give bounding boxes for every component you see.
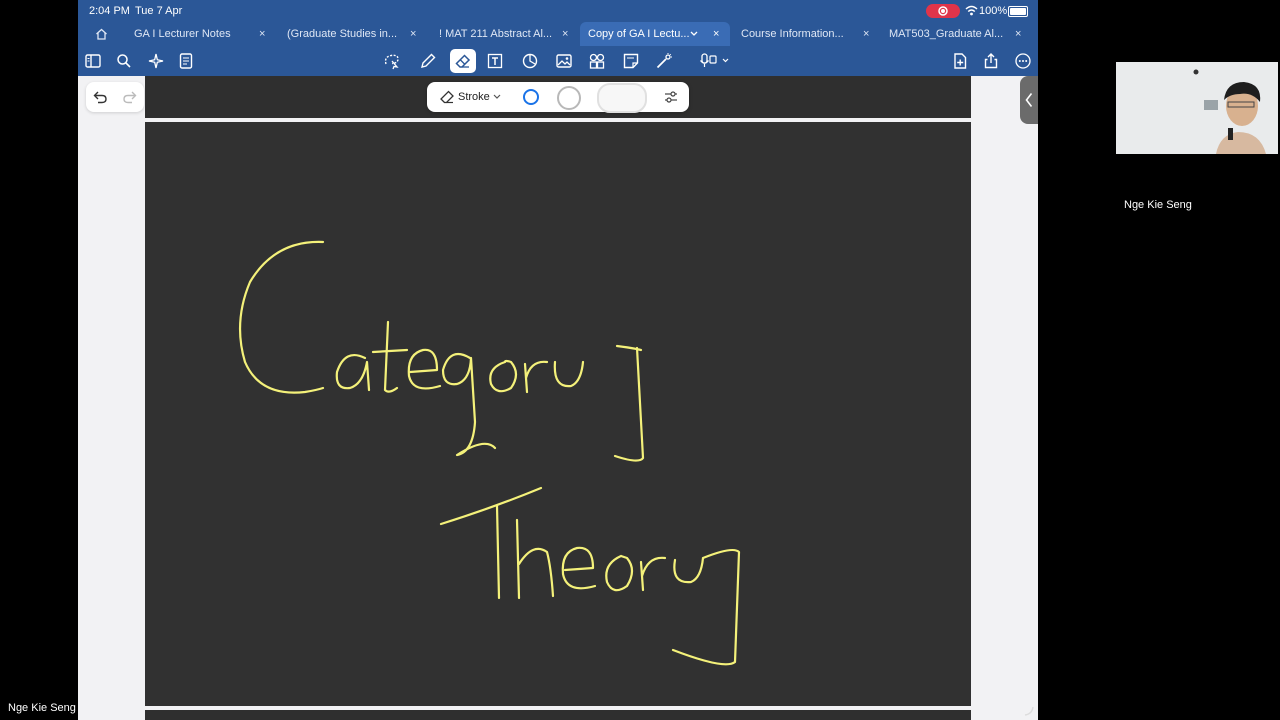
add-page-button[interactable] [949,50,971,72]
chevron-down-icon [493,94,501,99]
participant-name-label: Nge Kie Seng [1124,199,1192,211]
redo-icon[interactable] [122,89,138,105]
status-date: Tue 7 Apr [135,5,183,17]
tab-label: MAT503_Graduate Al... [889,28,1004,40]
tab-mat503-graduate-algebra[interactable]: MAT503_Graduate Al... × [889,22,1029,46]
handwritten-category-theory [238,240,741,666]
tab-close-icon[interactable]: × [863,22,869,46]
eraser-size-large[interactable] [597,83,647,113]
chevron-left-icon [1025,93,1033,107]
app-ribbon: 2:04 PM Tue 7 Apr 100% GA I Lecturer Not… [78,0,1038,76]
tab-close-icon[interactable]: × [259,22,265,46]
undo-redo-group [86,82,144,112]
ipad-screen: 2:04 PM Tue 7 Apr 100% GA I Lecturer Not… [78,0,1038,720]
search-button[interactable] [113,50,135,72]
participant-video-frame [1116,62,1278,154]
tab-label: Course Information... [741,28,844,40]
pen-icon [421,53,436,68]
eraser-options-bar: Stroke [427,82,689,113]
more-icon [1015,53,1031,69]
participant-video[interactable] [1116,62,1278,154]
ai-assist-button[interactable] [145,50,167,72]
tab-copy-of-ga-lecture[interactable]: Copy of GA I Lectu... × [580,22,730,46]
tab-course-information[interactable]: Course Information... × [741,22,881,46]
eraser-mode-label: Stroke [458,91,490,103]
handwriting-canvas [238,240,741,666]
sliders-icon[interactable] [663,89,679,105]
tab-label: Copy of GA I Lectu... [588,28,690,40]
recording-indicator [926,4,960,18]
image-tool[interactable] [553,50,575,72]
tab-ga-lecturer-notes[interactable]: GA I Lecturer Notes × [134,22,274,46]
shapes-icon [522,53,538,69]
next-page-edge [145,710,971,720]
tab-label: GA I Lecturer Notes [134,28,231,40]
sidebar-handle[interactable] [1020,76,1038,124]
sidebar-icon [85,54,101,68]
audio-record-button[interactable] [696,50,732,72]
eraser-size-medium[interactable] [557,86,581,110]
lasso-tool[interactable] [381,50,403,72]
tab-close-icon[interactable]: × [1015,22,1021,46]
eraser-icon [455,54,471,68]
lasso-icon [384,54,399,70]
tab-mat211-abstract-algebra[interactable]: ! MAT 211 Abstract Al... × [439,22,579,46]
sticky-note-icon [623,53,639,69]
shapes-tool[interactable] [519,50,541,72]
share-icon [984,53,998,69]
note-page[interactable] [145,122,971,706]
battery-percent: 100% [979,5,1008,17]
eraser-icon [440,90,454,104]
home-icon[interactable] [95,28,108,40]
chevron-down-icon[interactable] [690,31,698,37]
add-page-icon [954,53,967,69]
wifi-icon [965,5,978,16]
battery-icon [1008,6,1028,17]
status-time: 2:04 PM [89,5,130,17]
undo-icon[interactable] [92,89,108,105]
microphone-icon [700,53,729,67]
record-icon [938,6,948,16]
text-box-icon [487,53,503,69]
laser-pointer-icon [656,53,672,69]
elements-tool[interactable] [586,50,608,72]
laser-pointer-tool[interactable] [653,50,675,72]
eraser-tool[interactable] [450,49,476,73]
pen-tool[interactable] [417,50,439,72]
tab-graduate-studies[interactable]: (Graduate Studies in... × [287,22,427,46]
tab-close-icon[interactable]: × [562,22,568,46]
sparkle-icon [148,53,164,69]
text-box-tool[interactable] [484,50,506,72]
more-options-button[interactable] [1012,50,1034,72]
share-button[interactable] [980,50,1002,72]
sidebar-toggle-button[interactable] [82,50,104,72]
eraser-size-small[interactable] [523,89,539,105]
search-icon [117,54,131,68]
tab-close-icon[interactable]: × [713,22,719,46]
sticky-note-tool[interactable] [620,50,642,72]
tab-label: (Graduate Studies in... [287,28,398,40]
resize-corner-icon[interactable] [1022,703,1036,717]
tab-close-icon[interactable]: × [410,22,416,46]
page-notes-button[interactable] [175,50,197,72]
eraser-mode-dropdown[interactable]: Stroke [439,88,501,106]
image-icon [556,54,572,68]
tab-label: ! MAT 211 Abstract Al... [439,28,553,40]
document-icon [179,53,193,69]
presenter-name-label: Nge Kie Seng [8,702,76,714]
elements-icon [589,53,605,69]
